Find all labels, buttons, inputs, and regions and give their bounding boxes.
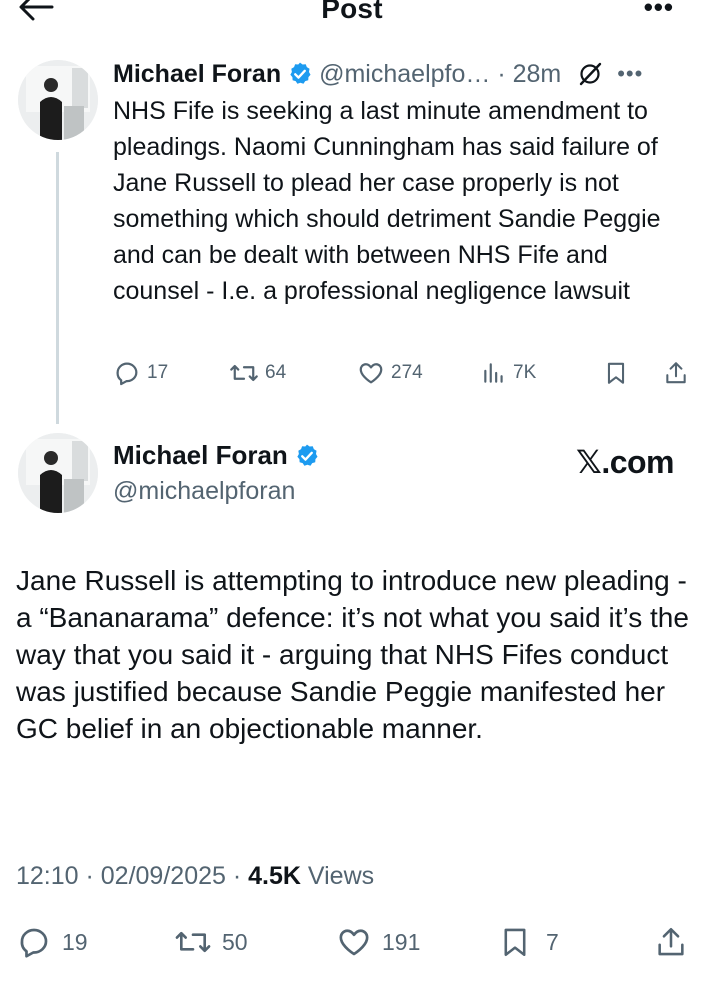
bookmark-count: 7 xyxy=(546,928,559,955)
timestamp[interactable]: 12:10 · 02/09/2025 · xyxy=(16,862,248,890)
like-count: 274 xyxy=(391,362,423,383)
repost-count: 50 xyxy=(222,928,248,955)
like-button[interactable]: 274 xyxy=(357,359,423,387)
share-icon xyxy=(658,927,684,956)
repost-button[interactable]: 64 xyxy=(229,359,286,387)
avatar[interactable] xyxy=(18,60,98,140)
tweet-text: Jane Russell is attempting to introduce … xyxy=(16,565,689,744)
tweet-header: Michael Foran @michaelpfo… · 28m ••• xyxy=(113,56,690,92)
like-count: 191 xyxy=(382,928,421,955)
reply-icon xyxy=(116,362,138,386)
verified-badge-icon xyxy=(290,62,311,84)
author-handle[interactable]: @michaelpforan xyxy=(113,477,295,506)
views-icon xyxy=(484,363,503,383)
heart-icon xyxy=(339,929,369,956)
verified-badge-icon xyxy=(297,444,318,466)
views-count: 4.5K xyxy=(248,862,301,890)
author-name-row: Michael Foran xyxy=(113,440,326,471)
top-bar: Post ••• xyxy=(0,0,704,30)
grok-icon[interactable] xyxy=(577,61,603,87)
repost-count: 64 xyxy=(265,362,287,383)
views-count: 7K xyxy=(513,362,537,383)
author-name[interactable]: Michael Foran xyxy=(113,60,281,89)
reply-button[interactable]: 17 xyxy=(113,359,168,387)
views-label: Views xyxy=(300,862,375,890)
reply-count: 19 xyxy=(62,928,88,955)
bookmark-button[interactable] xyxy=(603,359,629,387)
reply-icon xyxy=(20,928,48,958)
reply-button[interactable]: 19 xyxy=(16,924,88,960)
share-button[interactable] xyxy=(663,359,689,387)
tweet-meta: 12:10 · 02/09/2025 · 4.5K Views xyxy=(16,862,374,891)
avatar[interactable] xyxy=(18,433,98,513)
page-title: Post xyxy=(321,0,383,24)
repost-button[interactable]: 50 xyxy=(174,924,248,960)
tweet-text: NHS Fife is seeking a last minute amendm… xyxy=(113,97,661,305)
reply-count: 17 xyxy=(147,362,169,383)
tweet-actions: 19 50 191 7 xyxy=(16,922,696,962)
bookmark-icon xyxy=(607,362,625,384)
repost-icon xyxy=(230,364,258,382)
views-button[interactable]: 7K xyxy=(481,359,536,387)
tweet-more-icon[interactable]: ••• xyxy=(617,61,643,87)
like-button[interactable]: 191 xyxy=(336,924,420,960)
avatar-image xyxy=(18,433,98,513)
repost-icon xyxy=(175,931,211,953)
x-com-logo: 𝕏.com xyxy=(576,444,674,480)
bookmark-icon xyxy=(504,928,526,957)
more-options-icon[interactable]: ••• xyxy=(644,0,674,23)
handle-and-time[interactable]: @michaelpfo… · 28m xyxy=(319,60,561,89)
tweet-actions: 17 64 274 7K xyxy=(113,356,693,390)
thread-connector-line xyxy=(56,152,59,424)
share-icon xyxy=(666,362,686,384)
avatar-image xyxy=(18,60,98,140)
bookmark-button[interactable]: 7 xyxy=(498,924,559,960)
share-button[interactable] xyxy=(654,924,688,960)
heart-icon xyxy=(359,363,383,384)
author-name[interactable]: Michael Foran xyxy=(113,440,288,471)
